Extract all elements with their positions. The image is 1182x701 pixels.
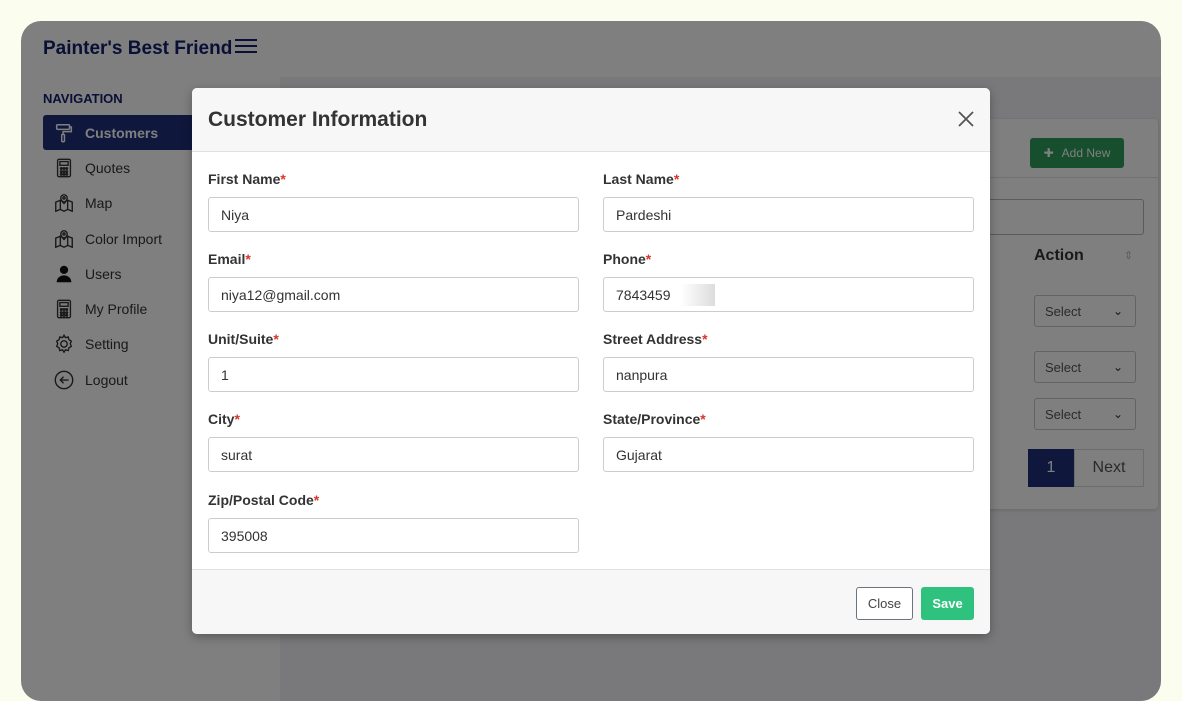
zip-code-field[interactable]: 395008	[208, 518, 579, 553]
unit-suite-label: Unit/Suite*	[208, 331, 279, 347]
save-button[interactable]: Save	[921, 587, 974, 620]
phone-field[interactable]: 7843459	[603, 277, 974, 312]
required-marker: *	[673, 171, 680, 187]
zip-code-label: Zip/Postal Code*	[208, 492, 319, 508]
close-button[interactable]: Close	[856, 587, 913, 620]
email-label: Email*	[208, 251, 251, 267]
field-value: Pardeshi	[616, 206, 672, 223]
last-name-label: Last Name*	[603, 171, 679, 187]
field-value: surat	[221, 446, 253, 463]
field-value: 1	[221, 366, 229, 383]
email-field[interactable]: niya12@gmail.com	[208, 277, 579, 312]
customer-info-modal: Customer Information First Name* Niya La…	[192, 88, 990, 634]
phone-label: Phone*	[603, 251, 651, 267]
required-marker: *	[280, 171, 286, 187]
required-marker: *	[645, 251, 652, 267]
unit-suite-field[interactable]: 1	[208, 357, 579, 392]
label-text: First Name	[208, 171, 281, 187]
required-marker: *	[702, 331, 708, 347]
last-name-field[interactable]: Pardeshi	[603, 197, 974, 232]
label-text: Email	[208, 251, 246, 267]
modal-title: Customer Information	[208, 108, 428, 131]
required-marker: *	[234, 411, 240, 427]
first-name-field[interactable]: Niya	[208, 197, 579, 232]
field-value: nanpura	[616, 366, 668, 383]
close-icon[interactable]	[955, 108, 977, 130]
field-value: niya12@gmail.com	[221, 286, 341, 303]
required-marker: *	[700, 411, 706, 427]
label-text: City	[208, 411, 235, 427]
field-value: Gujarat	[616, 446, 662, 463]
required-marker: *	[245, 251, 251, 267]
redaction-block	[680, 283, 715, 306]
street-address-field[interactable]: nanpura	[603, 357, 974, 392]
city-label: City*	[208, 411, 240, 427]
state-province-field[interactable]: Gujarat	[603, 437, 974, 472]
first-name-label: First Name*	[208, 171, 286, 187]
state-province-label: State/Province*	[603, 411, 706, 427]
label-text: Street Address	[603, 331, 703, 347]
street-address-label: Street Address*	[603, 331, 708, 347]
required-marker: *	[273, 331, 279, 347]
field-value: 395008	[221, 527, 268, 544]
city-field[interactable]: surat	[208, 437, 579, 472]
label-text: State/Province	[603, 411, 701, 427]
required-marker: *	[313, 492, 320, 508]
label-text: Phone	[603, 251, 646, 267]
field-value: 7843459	[616, 286, 671, 303]
label-text: Zip/Postal Code	[208, 492, 314, 508]
modal-header: Customer Information	[192, 88, 990, 152]
label-text: Last Name	[603, 171, 674, 187]
field-value: Niya	[221, 206, 250, 223]
label-text: Unit/Suite	[208, 331, 274, 347]
modal-footer: Close Save	[192, 569, 990, 634]
